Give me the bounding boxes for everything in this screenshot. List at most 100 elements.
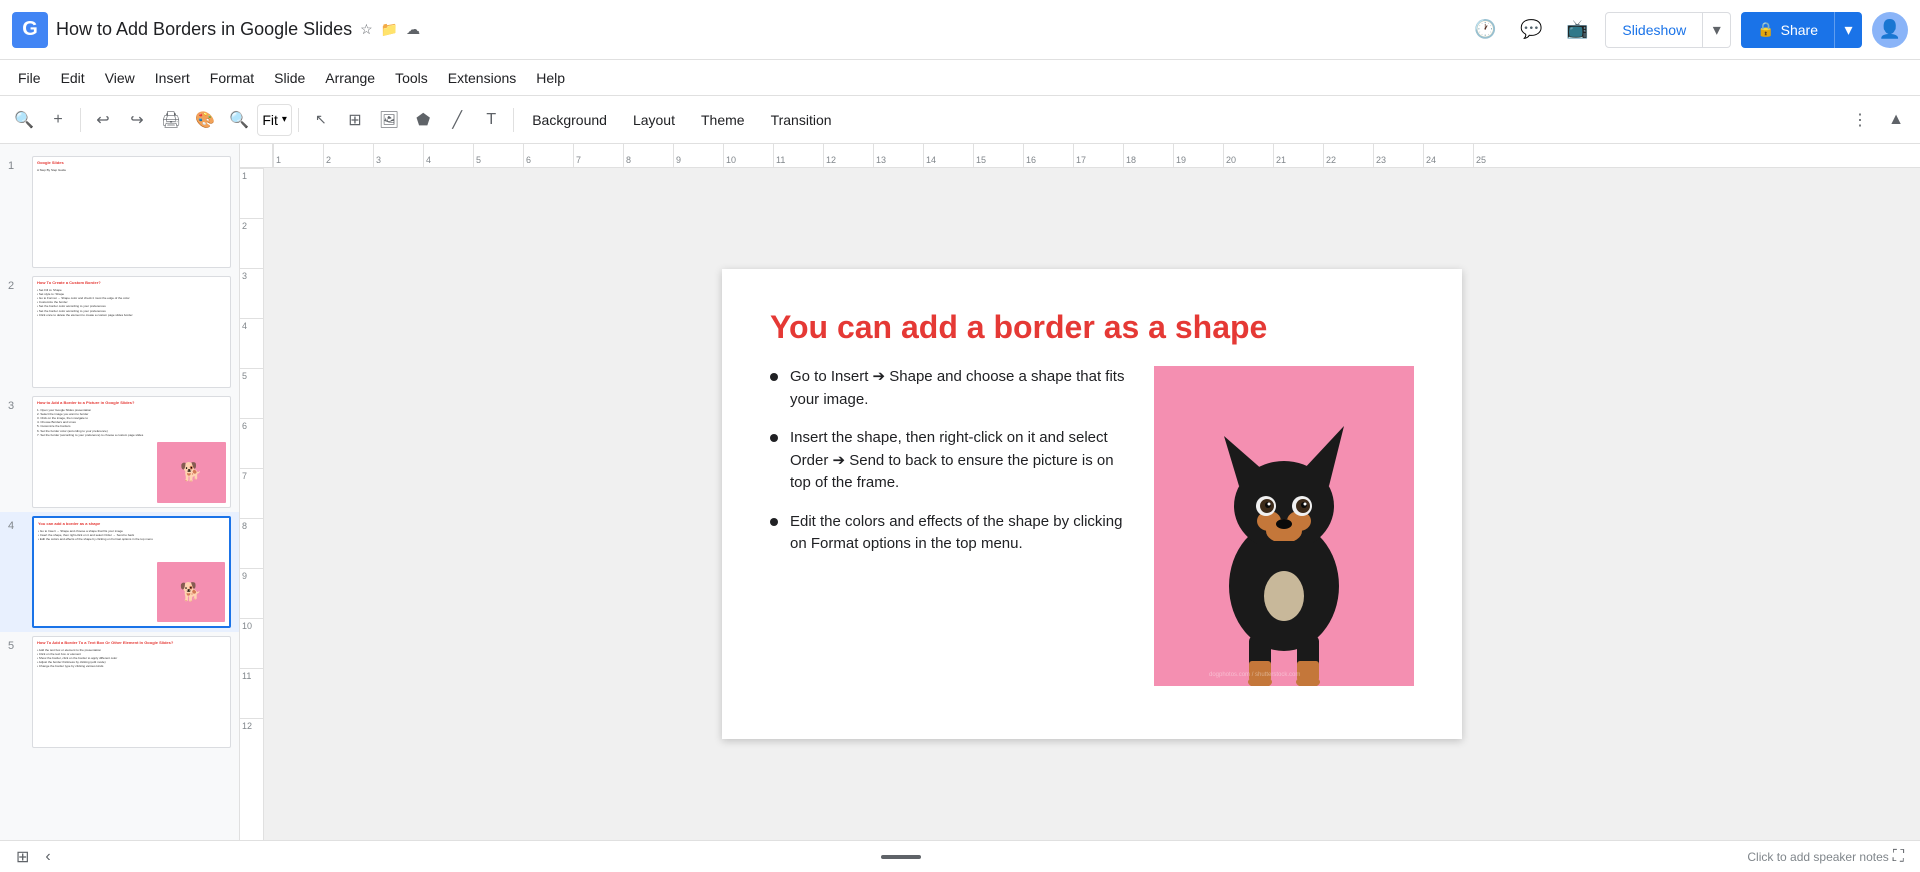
background-btn[interactable]: Background <box>520 104 619 136</box>
vruler-10: 10 <box>240 618 263 668</box>
zoom-control[interactable]: Fit ▾ <box>257 104 292 136</box>
ruler-mark-7: 7 <box>573 144 623 167</box>
header-right: 🕐 💬 📺 Slideshow ▾ 🔒 Share ▾ 👤 <box>1467 12 1908 48</box>
present-icon[interactable]: 📺 <box>1559 12 1595 48</box>
zoom-value: Fit <box>262 112 278 128</box>
slide-heading[interactable]: You can add a border as a shape <box>770 309 1414 346</box>
menu-view[interactable]: View <box>95 66 145 90</box>
zoom-in-btn[interactable]: + <box>42 104 74 136</box>
user-avatar[interactable]: 👤 <box>1872 12 1908 48</box>
click-hint: Click to add speaker notes <box>1747 850 1888 864</box>
ruler-mark-24: 24 <box>1423 144 1473 167</box>
layout-btn[interactable]: Layout <box>621 104 687 136</box>
share-dropdown[interactable]: ▾ <box>1834 12 1862 48</box>
nav-back-btn[interactable]: ‹ <box>41 844 54 870</box>
menu-extensions[interactable]: Extensions <box>438 66 526 90</box>
star-icon[interactable]: ☆ <box>360 21 373 38</box>
bullet-dot-3 <box>770 518 778 526</box>
slideshow-button-group: Slideshow ▾ <box>1605 12 1731 48</box>
slide-thumb-3[interactable]: How to Add a Border to a Picture in Goog… <box>32 396 231 508</box>
ruler-mark-3: 3 <box>373 144 423 167</box>
ruler-mark-2: 2 <box>323 144 373 167</box>
paint-format-btn[interactable]: 🎨 <box>189 104 221 136</box>
slide-item-4[interactable]: 4 You can add a border as a shape • Go t… <box>0 512 239 632</box>
slide2-body: • Set Fill to: Shape• Set style to: Shap… <box>37 288 226 317</box>
bullet-text-1: Go to Insert ➔ Shape and choose a shape … <box>790 366 1130 411</box>
ruler-mark-19: 19 <box>1173 144 1223 167</box>
theme-btn[interactable]: Theme <box>689 104 757 136</box>
slideshow-button[interactable]: Slideshow <box>1605 12 1703 48</box>
slide1-body: A Step By Step Guide <box>37 168 226 172</box>
slide-item-5[interactable]: 5 How To Add a Border To a Text Box Or O… <box>0 632 239 752</box>
grid-view-btn[interactable]: ⊞ <box>12 843 33 871</box>
menu-bar: File Edit View Insert Format Slide Arran… <box>0 60 1920 96</box>
ruler-mark-8: 8 <box>623 144 673 167</box>
menu-edit[interactable]: Edit <box>51 66 95 90</box>
app-logo[interactable]: G <box>12 12 48 48</box>
vruler-8: 8 <box>240 518 263 568</box>
history-icon[interactable]: 🕐 <box>1467 12 1503 48</box>
ruler-mark-23: 23 <box>1373 144 1423 167</box>
ruler-mark-15: 15 <box>973 144 1023 167</box>
vruler-4: 4 <box>240 318 263 368</box>
menu-file[interactable]: File <box>8 66 51 90</box>
ruler-mark-18: 18 <box>1123 144 1173 167</box>
slide-canvas[interactable]: You can add a border as a shape Go to In… <box>722 269 1462 739</box>
zoom-out-btn[interactable]: 🔍 <box>223 104 255 136</box>
slideshow-dropdown[interactable]: ▾ <box>1703 12 1731 48</box>
undo-btn[interactable]: ↩ <box>87 104 119 136</box>
slide-item-1[interactable]: 1 Google Slides A Step By Step Guide <box>0 152 239 272</box>
logo-letter: G <box>22 18 38 41</box>
ruler-mark-6: 6 <box>523 144 573 167</box>
line-tool[interactable]: ╱ <box>441 104 473 136</box>
watermark: dogphotos.com / shutterstock.com <box>1209 672 1300 678</box>
slide-thumb-5[interactable]: How To Add a Border To a Text Box Or Oth… <box>32 636 231 748</box>
shape-tool[interactable]: ⬟ <box>407 104 439 136</box>
search-toolbar-btn[interactable]: 🔍 <box>8 104 40 136</box>
canvas-container[interactable]: You can add a border as a shape Go to In… <box>264 168 1920 840</box>
ruler-mark-4: 4 <box>423 144 473 167</box>
slide-item-3[interactable]: 3 How to Add a Border to a Picture in Go… <box>0 392 239 512</box>
bullet-text-3: Edit the colors and effects of the shape… <box>790 511 1130 556</box>
menu-format[interactable]: Format <box>200 66 264 90</box>
slide5-title: How To Add a Border To a Text Box Or Oth… <box>37 641 226 646</box>
transition-btn[interactable]: Transition <box>759 104 844 136</box>
slide-thumb-1[interactable]: Google Slides A Step By Step Guide <box>32 156 231 268</box>
menu-arrange[interactable]: Arrange <box>315 66 385 90</box>
vruler-9: 9 <box>240 568 263 618</box>
slide-thumb-2[interactable]: How To Create a Custom Border? • Set Fil… <box>32 276 231 388</box>
expand-btn[interactable]: ⛶ <box>1889 844 1908 870</box>
menu-insert[interactable]: Insert <box>145 66 200 90</box>
vruler-7: 7 <box>240 468 263 518</box>
ruler-mark-1: 1 <box>273 144 323 167</box>
move-tool[interactable]: ⊞ <box>339 104 371 136</box>
slide1-title: Google Slides <box>37 161 226 166</box>
menu-help[interactable]: Help <box>526 66 575 90</box>
bottom-center <box>71 855 1732 859</box>
collapse-btn[interactable]: ▲ <box>1880 104 1912 136</box>
text-tool[interactable]: T <box>475 104 507 136</box>
slide4-title: You can add a border as a shape <box>38 522 225 527</box>
menu-slide[interactable]: Slide <box>264 66 315 90</box>
slide-num-5: 5 <box>8 636 24 652</box>
folder-icon[interactable]: 📁 <box>381 21 398 38</box>
title-bar: G How to Add Borders in Google Slides ☆ … <box>0 0 1920 60</box>
menu-tools[interactable]: Tools <box>385 66 438 90</box>
slide-thumb-4[interactable]: You can add a border as a shape • Go to … <box>32 516 231 628</box>
slide4-thumb-img: 🐕 <box>157 562 225 621</box>
redo-btn[interactable]: ↪ <box>121 104 153 136</box>
cloud-icon[interactable]: ☁ <box>406 21 420 38</box>
select-tool[interactable]: ↖ <box>305 104 337 136</box>
image-tool[interactable]: 🖼 <box>373 104 405 136</box>
comments-icon[interactable]: 💬 <box>1513 12 1549 48</box>
bullet-dot-2 <box>770 434 778 442</box>
zoom-dropdown-arrow[interactable]: ▾ <box>282 114 287 125</box>
vruler-3: 3 <box>240 268 263 318</box>
more-options-btn[interactable]: ⋮ <box>1844 104 1876 136</box>
print-btn[interactable]: 🖨 <box>155 104 187 136</box>
toolbar-divider-1 <box>80 108 81 132</box>
document-title[interactable]: How to Add Borders in Google Slides <box>56 19 352 40</box>
slide-item-2[interactable]: 2 How To Create a Custom Border? • Set F… <box>0 272 239 392</box>
slide-num-3: 3 <box>8 396 24 412</box>
share-button[interactable]: 🔒 Share <box>1741 12 1834 48</box>
